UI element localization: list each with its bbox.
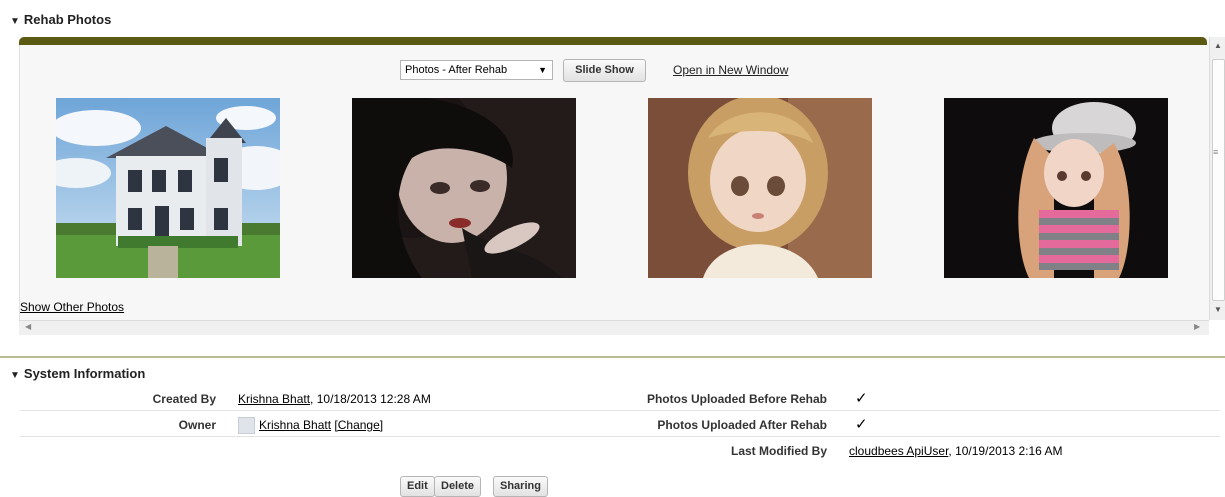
owner-label: Owner [178, 418, 216, 432]
collapse-triangle-icon[interactable]: ▼ [10, 16, 20, 27]
horizontal-scrollbar[interactable]: ◀ ▶ [19, 320, 1209, 335]
last-modified-by-value: cloudbees ApiUser, 10/19/2013 2:16 AM [849, 444, 1063, 458]
chevron-down-icon: ▼ [538, 65, 547, 75]
scroll-up-icon[interactable]: ▲ [1214, 41, 1222, 50]
photos-after-rehab-label: Photos Uploaded After Rehab [657, 418, 827, 432]
delete-button[interactable]: Delete [434, 476, 482, 497]
row-divider [20, 410, 1220, 411]
last-modified-by-label: Last Modified By [730, 444, 827, 458]
rehab-photos-title: Rehab Photos [23, 12, 112, 27]
photo-doll-blonde[interactable] [648, 98, 872, 278]
owner-user-link[interactable]: Krishna Bhatt [259, 418, 331, 432]
show-other-photos-link[interactable]: Show Other Photos [20, 300, 124, 314]
scroll-down-icon[interactable]: ▼ [1214, 305, 1222, 314]
scroll-left-icon[interactable]: ◀ [25, 322, 31, 331]
system-information-title: System Information [23, 366, 146, 381]
avatar [238, 417, 255, 434]
edit-button[interactable]: Edit [400, 476, 435, 497]
vertical-scrollbar[interactable]: ▲ ≡ ▼ [1209, 37, 1225, 320]
slide-show-button[interactable]: Slide Show [563, 59, 646, 82]
owner-value: Krishna Bhatt [Change] [259, 418, 383, 432]
grip-icon: ≡ [1213, 147, 1219, 157]
check-icon: ✓ [855, 390, 868, 407]
last-modified-user-link[interactable]: cloudbees ApiUser [849, 444, 948, 458]
rehab-photos-section-title[interactable]: ▼ Rehab Photos [10, 12, 111, 27]
photo-category-value: Photos - After Rehab [405, 64, 508, 76]
section-divider [0, 356, 1225, 358]
photo-doll-dark[interactable] [352, 98, 576, 278]
panel-header-bar [19, 37, 1207, 45]
open-in-new-window-link[interactable]: Open in New Window [673, 63, 788, 77]
created-by-value: Krishna Bhatt, 10/18/2013 12:28 AM [238, 392, 431, 406]
system-information-section-title[interactable]: ▼ System Information [10, 366, 145, 381]
last-modified-date: , 10/19/2013 2:16 AM [948, 444, 1063, 458]
scroll-right-icon[interactable]: ▶ [1194, 322, 1200, 331]
created-by-label: Created By [152, 392, 216, 406]
check-icon: ✓ [855, 416, 868, 433]
photo-category-select[interactable]: Photos - After Rehab ▼ [400, 60, 553, 80]
row-divider [20, 436, 1220, 437]
change-owner-link[interactable]: [Change] [334, 418, 383, 432]
created-by-user-link[interactable]: Krishna Bhatt [238, 392, 310, 406]
photos-before-rehab-label: Photos Uploaded Before Rehab [646, 392, 827, 406]
photo-doll-hat[interactable] [944, 98, 1168, 278]
created-by-date: , 10/18/2013 12:28 AM [310, 392, 431, 406]
scrollbar-thumb[interactable] [1212, 59, 1225, 301]
photo-house[interactable] [56, 98, 280, 278]
sharing-button[interactable]: Sharing [493, 476, 548, 497]
collapse-triangle-icon[interactable]: ▼ [10, 370, 20, 381]
